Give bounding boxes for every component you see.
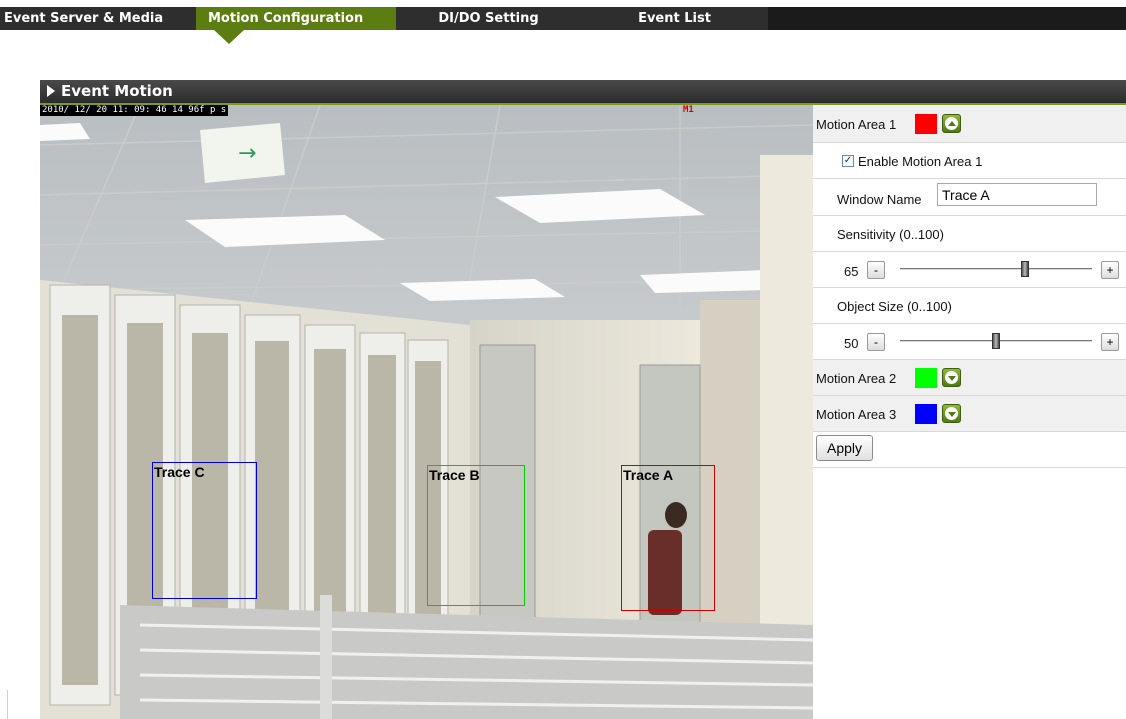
window-name-label: Window Name bbox=[837, 192, 922, 207]
motion-area-3-header: Motion Area 3 bbox=[813, 396, 1126, 432]
section-title: Event Motion bbox=[61, 82, 173, 100]
sensitivity-label-row: Sensitivity (0..100) bbox=[813, 216, 1126, 252]
active-tab-pointer bbox=[214, 30, 244, 44]
sensitivity-slider-track[interactable] bbox=[900, 268, 1092, 270]
enable-motion-area-checkbox[interactable]: ✓ bbox=[842, 155, 854, 167]
sensitivity-slider-row: 65 - + bbox=[813, 252, 1126, 288]
motion-box-label: Trace A bbox=[623, 467, 674, 483]
motion-area-2-color-swatch bbox=[915, 368, 937, 388]
expand-down-icon[interactable] bbox=[942, 368, 961, 387]
tab-motion-configuration[interactable]: Motion Configuration bbox=[196, 7, 396, 30]
sensitivity-value: 65 bbox=[844, 264, 859, 279]
enable-row: ✓ Enable Motion Area 1 bbox=[813, 143, 1126, 179]
tab-event-list[interactable]: Event List bbox=[581, 7, 768, 30]
enable-motion-area-label: Enable Motion Area 1 bbox=[858, 154, 983, 169]
section-header: Event Motion bbox=[40, 80, 1126, 105]
motion-area-1-label: Motion Area 1 bbox=[816, 117, 897, 132]
sensitivity-increase-button[interactable]: + bbox=[1101, 261, 1119, 279]
motion-box-label: Trace C bbox=[154, 464, 205, 480]
motion-area-3-label: Motion Area 3 bbox=[816, 407, 897, 422]
tab-event-server-media[interactable]: Event Server & Media bbox=[0, 7, 196, 30]
expand-down-icon[interactable] bbox=[942, 404, 961, 423]
motion-area-1-color-swatch bbox=[915, 114, 937, 134]
section-arrow-icon bbox=[47, 85, 55, 97]
motion-area-3-color-swatch bbox=[915, 404, 937, 424]
object-size-value: 50 bbox=[844, 336, 859, 351]
object-size-label: Object Size (0..100) bbox=[837, 299, 952, 314]
motion-box-trace-c[interactable]: Trace C bbox=[152, 462, 257, 599]
window-name-input[interactable] bbox=[937, 183, 1097, 206]
motion-area-2-label: Motion Area 2 bbox=[816, 371, 897, 386]
tab-di-do-setting[interactable]: DI/DO Setting bbox=[396, 7, 581, 30]
divider bbox=[7, 690, 8, 719]
window-name-row: Window Name bbox=[813, 179, 1126, 216]
motion-box-label: Trace B bbox=[429, 467, 480, 483]
sensitivity-decrease-button[interactable]: - bbox=[867, 261, 885, 279]
apply-button[interactable]: Apply bbox=[816, 435, 873, 461]
object-size-slider-row: 50 - + bbox=[813, 324, 1126, 360]
office-scene-image: → bbox=[40, 105, 813, 719]
motion-area-2-header: Motion Area 2 bbox=[813, 360, 1126, 396]
motion-settings-panel: Motion Area 1 ✓ Enable Motion Area 1 Win… bbox=[813, 105, 1126, 719]
tab-bar: Event Server & Media Motion Configuratio… bbox=[0, 7, 1126, 30]
camera-video-view[interactable]: → 2010/ 12/ 20 11: 09: 46 14 96f p s M1 … bbox=[40, 105, 813, 719]
video-timestamp: 2010/ 12/ 20 11: 09: 46 14 96f p s bbox=[40, 105, 229, 116]
collapse-up-icon[interactable] bbox=[942, 114, 961, 133]
object-size-label-row: Object Size (0..100) bbox=[813, 288, 1126, 324]
object-size-slider-thumb[interactable] bbox=[992, 333, 1000, 349]
sensitivity-label: Sensitivity (0..100) bbox=[837, 227, 944, 242]
sensitivity-slider-thumb[interactable] bbox=[1020, 261, 1029, 277]
video-marker: M1 bbox=[683, 105, 694, 115]
object-size-decrease-button[interactable]: - bbox=[867, 333, 885, 351]
motion-area-1-header: Motion Area 1 bbox=[813, 105, 1126, 143]
motion-box-trace-b[interactable]: Trace B bbox=[427, 465, 525, 606]
object-size-increase-button[interactable]: + bbox=[1101, 333, 1119, 351]
motion-box-trace-a[interactable]: Trace A bbox=[621, 465, 715, 611]
svg-text:→: → bbox=[238, 141, 256, 166]
